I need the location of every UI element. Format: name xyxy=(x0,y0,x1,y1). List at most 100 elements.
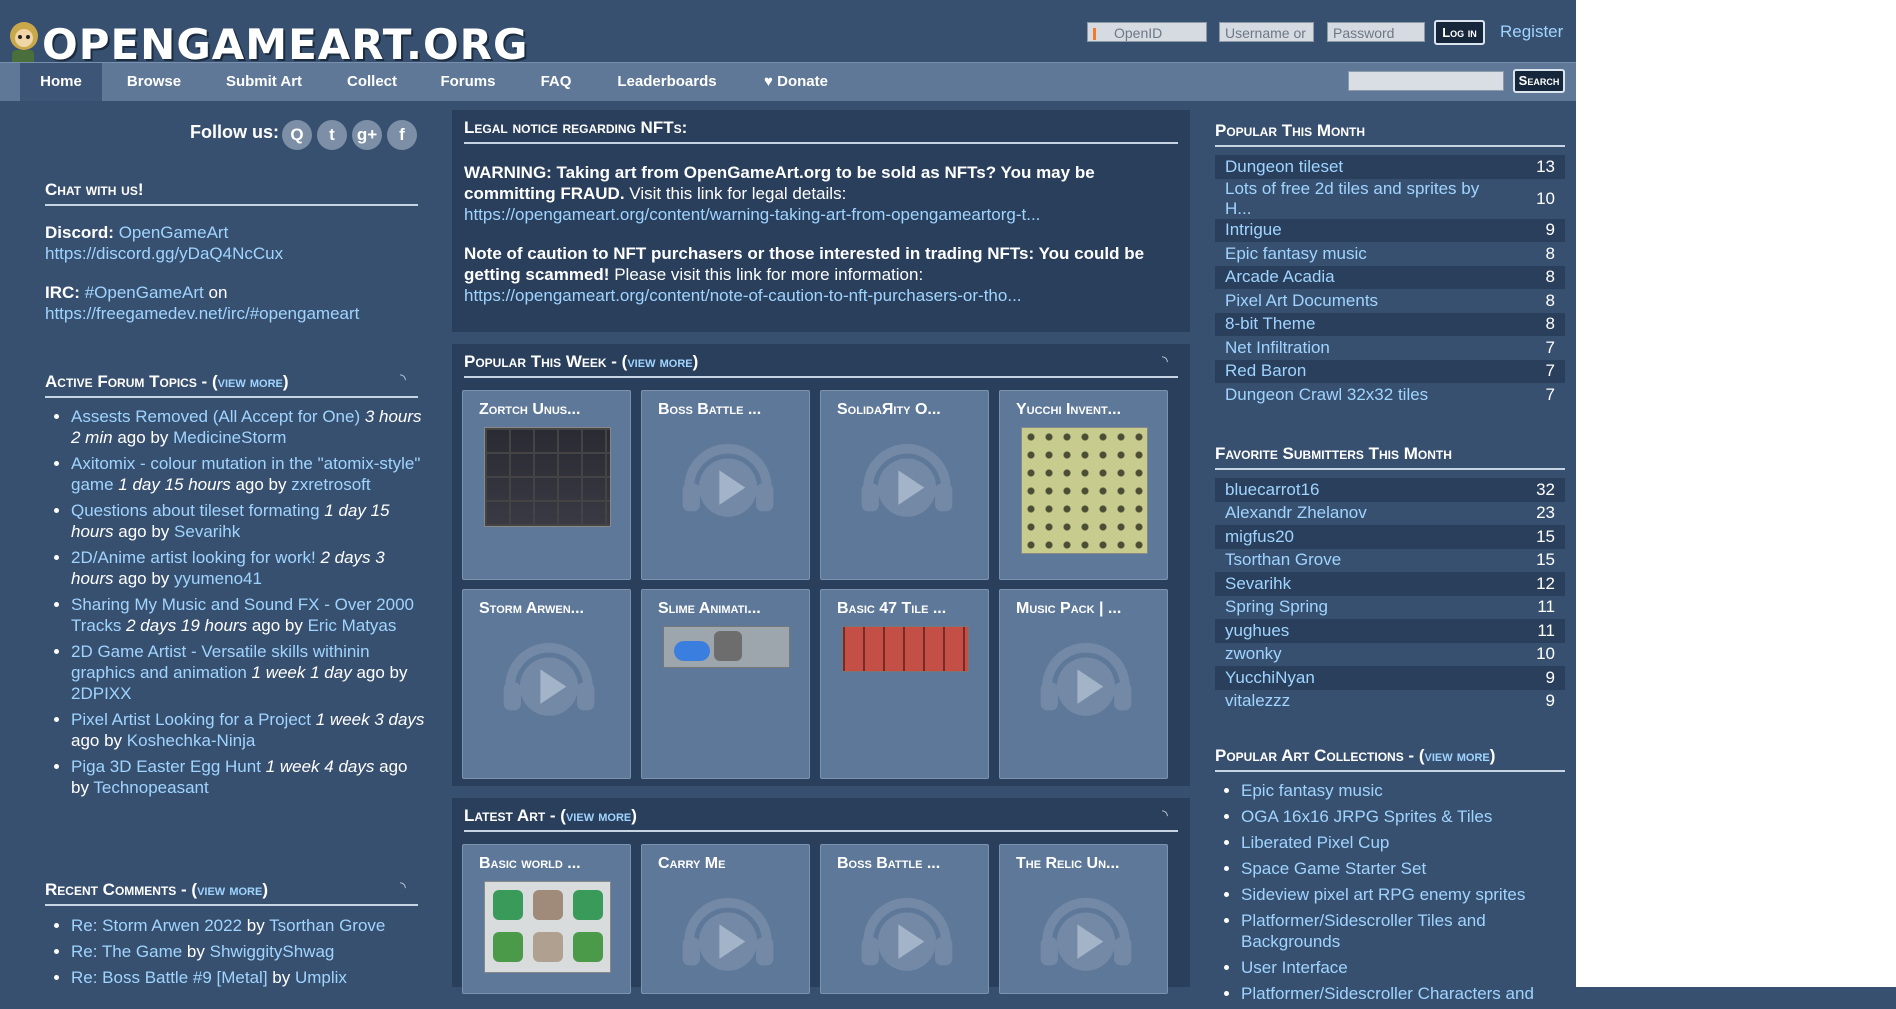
submitter-link[interactable]: bluecarrot16 xyxy=(1225,480,1320,499)
art-card[interactable]: SolidaЯity O... xyxy=(820,390,989,580)
twitter-icon[interactable]: t xyxy=(317,120,347,150)
quakenet-icon[interactable]: Q xyxy=(282,120,312,150)
forum-topic-user[interactable]: Eric Matyas xyxy=(308,616,397,635)
art-card[interactable]: Basic 47 Tile ... xyxy=(820,589,989,779)
submitter-link[interactable]: yughues xyxy=(1225,621,1289,640)
site-logo[interactable]: OpenGameArt.Org xyxy=(0,10,560,72)
legal-caution-link[interactable]: https://opengameart.org/content/note-of-… xyxy=(464,286,1022,305)
collection-link[interactable]: Space Game Starter Set xyxy=(1241,859,1426,878)
facebook-icon[interactable]: f xyxy=(387,120,417,150)
comments-view-more[interactable]: view more xyxy=(197,882,262,899)
submitter-link[interactable]: zwonky xyxy=(1225,644,1282,663)
submitter-link[interactable]: Spring Spring xyxy=(1225,597,1328,616)
submitter-link[interactable]: migfus20 xyxy=(1225,527,1294,546)
nav-forums[interactable]: Forums xyxy=(428,63,508,101)
comment-link[interactable]: Re: Boss Battle #9 [Metal] xyxy=(71,968,268,987)
forum-topic-user[interactable]: zxretrosoft xyxy=(291,475,370,494)
legal-warning-link[interactable]: https://opengameart.org/content/warning-… xyxy=(464,205,1040,224)
comment-link[interactable]: Re: The Game xyxy=(71,942,182,961)
forum-topic-link[interactable]: Assests Removed (All Accept for One) xyxy=(71,407,360,426)
art-card[interactable]: Basic world ... xyxy=(462,844,631,994)
popular-month-link[interactable]: Dungeon tileset xyxy=(1225,157,1343,176)
collection-link[interactable]: Sideview pixel art RPG enemy sprites xyxy=(1241,885,1525,904)
collection-link[interactable]: Epic fantasy music xyxy=(1241,781,1383,800)
forum-topic-user[interactable]: Sevarihk xyxy=(174,522,240,541)
nav-home[interactable]: Home xyxy=(20,63,102,101)
forum-topic-link[interactable]: Pixel Artist Looking for a Project xyxy=(71,710,311,729)
art-card[interactable]: Carry Me xyxy=(641,844,810,994)
forum-topic-user[interactable]: Koshechka-Ninja xyxy=(127,731,256,750)
collections-view-more[interactable]: view more xyxy=(1424,748,1489,765)
legal-caution-text: Please visit this link for more informat… xyxy=(614,265,924,284)
submitter-link[interactable]: Sevarihk xyxy=(1225,574,1291,593)
login-button[interactable]: Log in xyxy=(1434,20,1485,45)
art-card[interactable]: Boss Battle ... xyxy=(641,390,810,580)
popular-month-table: Dungeon tileset 13 Lots of free 2d tiles a… xyxy=(1215,155,1565,407)
nav-browse[interactable]: Browse xyxy=(112,63,196,101)
latest-art-view-more[interactable]: view more xyxy=(566,808,631,825)
forum-topic-user[interactable]: Technopeasant xyxy=(93,778,208,797)
comment-user[interactable]: Tsorthan Grove xyxy=(269,916,385,935)
art-card-title: Storm Arwen... xyxy=(479,600,585,617)
submitter-link[interactable]: vitalezzz xyxy=(1225,691,1290,710)
popular-month-link[interactable]: Red Baron xyxy=(1225,361,1306,380)
collection-link[interactable]: OGA 16x16 JRPG Sprites & Tiles xyxy=(1241,807,1492,826)
popular-month-link[interactable]: 8-bit Theme xyxy=(1225,314,1315,333)
popular-month-link[interactable]: Intrigue xyxy=(1225,220,1282,239)
irc-url-link[interactable]: https://freegamedev.net/irc/#opengameart xyxy=(45,304,359,323)
google-plus-icon[interactable]: g+ xyxy=(352,120,382,150)
forum-topic-link[interactable]: Questions about tileset formating xyxy=(71,501,320,520)
art-card[interactable]: Music Pack | ... xyxy=(999,589,1168,779)
popular-month-link[interactable]: Lots of free 2d tiles and sprites by H..… xyxy=(1225,179,1479,218)
search-button[interactable]: Search xyxy=(1513,69,1565,93)
art-card[interactable]: Zortch Unus... xyxy=(462,390,631,580)
forum-topic-user[interactable]: MedicineStorm xyxy=(173,428,286,447)
comment-user[interactable]: Umplix xyxy=(295,968,347,987)
popular-month-row: Net Infiltration 7 xyxy=(1215,336,1565,360)
latest-art-rss-icon[interactable]: ◝ xyxy=(1162,806,1168,824)
art-card[interactable]: Boss Battle ... xyxy=(820,844,989,994)
discord-url-link[interactable]: https://discord.gg/yDaQ4NcCux xyxy=(45,244,283,263)
nav-submit-art[interactable]: Submit Art xyxy=(214,63,314,101)
submitter-link[interactable]: Tsorthan Grove xyxy=(1225,550,1341,569)
register-link[interactable]: Register xyxy=(1500,22,1563,42)
forum-topic-user[interactable]: 2DPIXX xyxy=(71,684,131,703)
popular-week-rss-icon[interactable]: ◝ xyxy=(1162,352,1168,370)
popular-month-link[interactable]: Pixel Art Documents xyxy=(1225,291,1378,310)
collection-link[interactable]: User Interface xyxy=(1241,958,1348,977)
irc-channel-link[interactable]: #OpenGameArt xyxy=(85,283,204,302)
comment-user[interactable]: ShwiggityShwag xyxy=(210,942,335,961)
discord-link[interactable]: OpenGameArt xyxy=(119,223,229,242)
comments-rss-icon[interactable]: ◝ xyxy=(400,878,406,896)
forum-view-more[interactable]: view more xyxy=(218,374,283,391)
popular-week-view-more[interactable]: view more xyxy=(627,354,692,371)
username-input[interactable]: Username or xyxy=(1219,22,1314,42)
popular-month-link[interactable]: Dungeon Crawl 32x32 tiles xyxy=(1225,385,1428,404)
nav-faq[interactable]: FAQ xyxy=(526,63,586,101)
openid-input[interactable]: OpenID xyxy=(1087,22,1207,42)
forum-rss-icon[interactable]: ◝ xyxy=(400,370,406,388)
collection-link[interactable]: Platformer/Sidescroller Tiles and Backgr… xyxy=(1241,911,1486,951)
popular-month-link[interactable]: Net Infiltration xyxy=(1225,338,1330,357)
popular-month-link[interactable]: Epic fantasy music xyxy=(1225,244,1367,263)
search-input[interactable] xyxy=(1348,71,1504,91)
submitter-link[interactable]: Alexandr Zhelanov xyxy=(1225,503,1367,522)
password-input[interactable]: Password xyxy=(1327,22,1425,42)
art-card[interactable]: Storm Arwen... xyxy=(462,589,631,779)
collection-item: OGA 16x16 JRPG Sprites & Tiles xyxy=(1241,806,1581,827)
submitter-link[interactable]: YucchiNyan xyxy=(1225,668,1315,687)
nav-leaderboards[interactable]: Leaderboards xyxy=(604,63,730,101)
popular-month-link[interactable]: Arcade Acadia xyxy=(1225,267,1335,286)
forum-topic-user[interactable]: yyumeno41 xyxy=(174,569,262,588)
art-card[interactable]: The Relic Un... xyxy=(999,844,1168,994)
forum-topic-link[interactable]: 2D/Anime artist looking for work! xyxy=(71,548,316,567)
nav-donate[interactable]: ♥ Donate xyxy=(748,63,844,101)
page-margin xyxy=(1576,0,1896,987)
art-card[interactable]: Yucchi Invent... xyxy=(999,390,1168,580)
forum-topic-link[interactable]: Piga 3D Easter Egg Hunt xyxy=(71,757,261,776)
chat-irc: IRC: #OpenGameArt on https://freegamedev… xyxy=(45,282,418,324)
nav-collect[interactable]: Collect xyxy=(332,63,412,101)
collection-link[interactable]: Liberated Pixel Cup xyxy=(1241,833,1389,852)
art-card[interactable]: Slime Animati... xyxy=(641,589,810,779)
comment-link[interactable]: Re: Storm Arwen 2022 xyxy=(71,916,242,935)
